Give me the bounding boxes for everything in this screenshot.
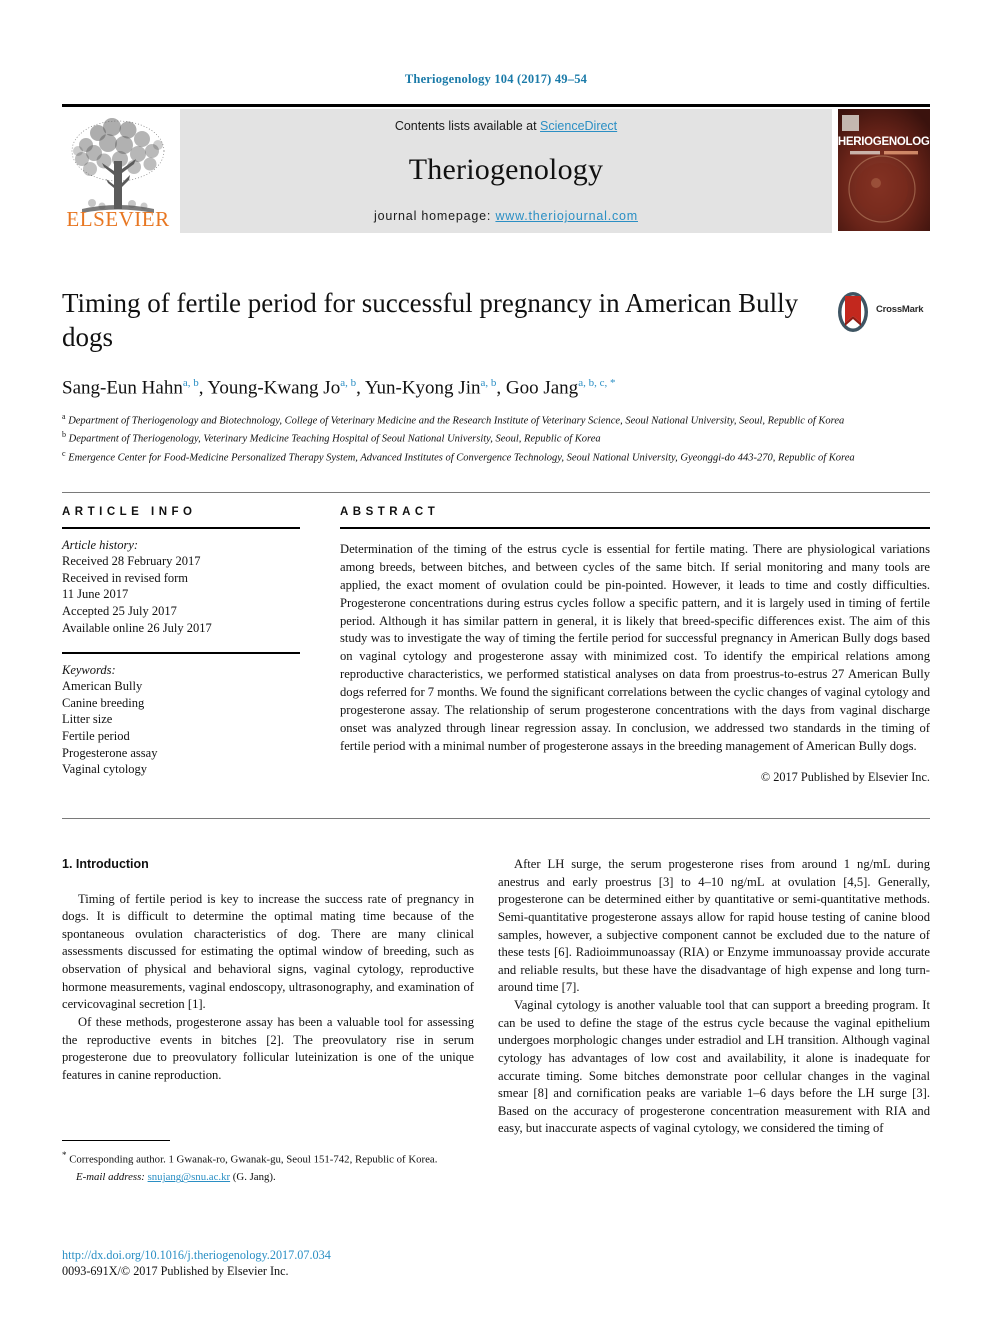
footnote-divider [62, 1140, 170, 1141]
crossmark-label: CrossMark [876, 304, 924, 315]
author-affiliation-marks[interactable]: a, b [480, 377, 496, 389]
article-history-item: Available online 26 July 2017 [62, 620, 212, 635]
article-history-item: Received in revised form [62, 570, 188, 585]
title-block: Timing of fertile period for successful … [62, 286, 930, 466]
body-column-right: After LH surge, the serum progesterone r… [498, 856, 930, 1138]
paragraph-text: After LH surge, the serum progesterone r… [498, 857, 930, 995]
article-info-column: ARTICLE INFO Article history: Received 2… [62, 506, 300, 778]
keyword-item: Fertile period [62, 729, 130, 743]
body-paragraph: Vaginal cytology is another valuable too… [498, 997, 930, 1138]
contents-available-line: Contents lists available at ScienceDirec… [180, 119, 832, 133]
author-name: Sang-Eun Hahn [62, 376, 183, 398]
author-name: Goo Jang [505, 376, 579, 398]
abstract-column: ABSTRACT Determination of the timing of … [340, 506, 930, 785]
keywords-rule [62, 652, 300, 655]
elsevier-wordmark: ELSEVIER [66, 207, 170, 231]
article-history-item: Accepted 25 July 2017 [62, 603, 177, 618]
masthead-banner: Contents lists available at ScienceDirec… [180, 109, 832, 233]
page-footer: http://dx.doi.org/10.1016/j.theriogenolo… [62, 1248, 562, 1279]
masthead-body: ELSEVIER Contents lists available at Sci… [62, 107, 930, 233]
affiliation-text: Department of Theriogenology, Veterinary… [68, 433, 601, 445]
svg-text:THERIOGENOLOGY: THERIOGENOLOGY [838, 136, 930, 148]
article-history-item: Received 28 February 2017 [62, 554, 201, 568]
abstract-rule [340, 527, 930, 529]
paragraph-text: Of these methods, progesterone assay has… [62, 1014, 474, 1082]
body-paragraph: Timing of fertile period is key to incre… [62, 891, 474, 1014]
keyword-item: Progesterone assay [62, 745, 158, 760]
page-title: Timing of fertile period for successful … [62, 288, 799, 353]
corresponding-author-footnote: * Corresponding author. 1 Gwanak-ro, Gwa… [62, 1140, 474, 1183]
paragraph-text: Timing of fertile period is key to incre… [62, 891, 474, 1012]
cover-art-icon: THERIOGENOLOGY [838, 109, 930, 231]
abstract-heading: ABSTRACT [340, 506, 440, 518]
affiliation-superscript: a [62, 411, 66, 421]
author-name: Young-Kwang Jo [207, 376, 341, 398]
crossmark-icon [838, 292, 868, 332]
abstract-text: Determination of the timing of the estru… [340, 542, 930, 753]
corresponding-author-text: * Corresponding author. 1 Gwanak-ro, Gwa… [62, 1149, 474, 1167]
author-affiliation-marks[interactable]: a, b [340, 377, 356, 389]
author-email-link[interactable]: snujang@snu.ac.kr [148, 1171, 231, 1183]
affiliation-list: a Department of Theriogenology and Biote… [62, 411, 862, 466]
contents-prefix: Contents lists available at [394, 119, 541, 133]
journal-masthead: ELSEVIER Contents lists available at Sci… [62, 104, 930, 233]
author-list: Sang-Eun Hahna, b, Young-Kwang Joa, b, Y… [62, 376, 616, 398]
body-column-left: 1. Introduction Timing of fertile period… [62, 856, 474, 1084]
affiliation-text: Emergence Center for Food-Medicine Perso… [68, 452, 855, 464]
keyword-item: Vaginal cytology [62, 762, 148, 777]
abstract-copyright: © 2017 Published by Elsevier Inc. [760, 769, 930, 784]
affiliation-superscript: b [62, 430, 66, 440]
doi-link[interactable]: http://dx.doi.org/10.1016/j.theriogenolo… [62, 1248, 562, 1263]
article-history-item: 11 June 2017 [62, 587, 129, 602]
paragraph-text: Vaginal cytology is another valuable too… [498, 998, 930, 1136]
running-head: Theriogenology 104 (2017) 49–54 [404, 72, 588, 86]
issn-copyright-line: 0093-691X/© 2017 Published by Elsevier I… [62, 1264, 289, 1278]
email-suffix: (G. Jang). [232, 1171, 276, 1184]
author-name: Yun-Kyong Jin [364, 376, 481, 398]
affiliation-item: a Department of Theriogenology and Biote… [62, 411, 862, 429]
crossmark-badge[interactable]: CrossMark [832, 290, 928, 336]
journal-title: Theriogenology [408, 153, 604, 186]
asterisk-icon: * [62, 1150, 67, 1160]
corresponding-author-address: Corresponding author. 1 Gwanak-ro, Gwana… [69, 1153, 438, 1166]
journal-homepage-line: journal homepage: www.theriojournal.com [180, 209, 832, 223]
email-label: E-mail address: [76, 1171, 145, 1184]
author-affiliation-marks[interactable]: a, b [183, 377, 199, 389]
article-history-label: Article history: [62, 538, 139, 552]
sciencedirect-link[interactable]: ScienceDirect [540, 119, 617, 133]
author-affiliation-marks[interactable]: a, b, c, * [578, 377, 615, 389]
affiliation-item: c Emergence Center for Food-Medicine Per… [62, 448, 862, 466]
keyword-item: Canine breeding [62, 695, 145, 710]
affiliation-text: Department of Theriogenology and Biotech… [68, 415, 845, 427]
paper-page: Theriogenology 104 (2017) 49–54 ELSEVIER… [0, 0, 992, 1323]
section-heading-introduction: 1. Introduction [62, 857, 149, 871]
abstract-section-bottom-rule [62, 818, 930, 819]
email-line: E-mail address: snujang@snu.ac.kr (G. Ja… [62, 1171, 474, 1183]
keywords-label: Keywords: [62, 663, 116, 678]
journal-homepage-link[interactable]: www.theriojournal.com [495, 209, 638, 223]
abstract-section-top-rule [62, 492, 930, 493]
body-paragraph: Of these methods, progesterone assay has… [62, 1014, 474, 1085]
homepage-prefix: journal homepage: [374, 209, 496, 223]
keyword-item: American Bully [62, 679, 143, 694]
journal-cover-thumbnail: THERIOGENOLOGY [838, 109, 930, 231]
affiliation-item: b Department of Theriogenology, Veterina… [62, 429, 862, 447]
article-info-rule [62, 527, 300, 529]
elsevier-logo: ELSEVIER [62, 109, 174, 233]
body-paragraph: After LH surge, the serum progesterone r… [498, 856, 930, 997]
affiliation-superscript: c [62, 448, 66, 458]
article-info-heading: ARTICLE INFO [62, 506, 197, 518]
keyword-item: Litter size [62, 712, 113, 727]
